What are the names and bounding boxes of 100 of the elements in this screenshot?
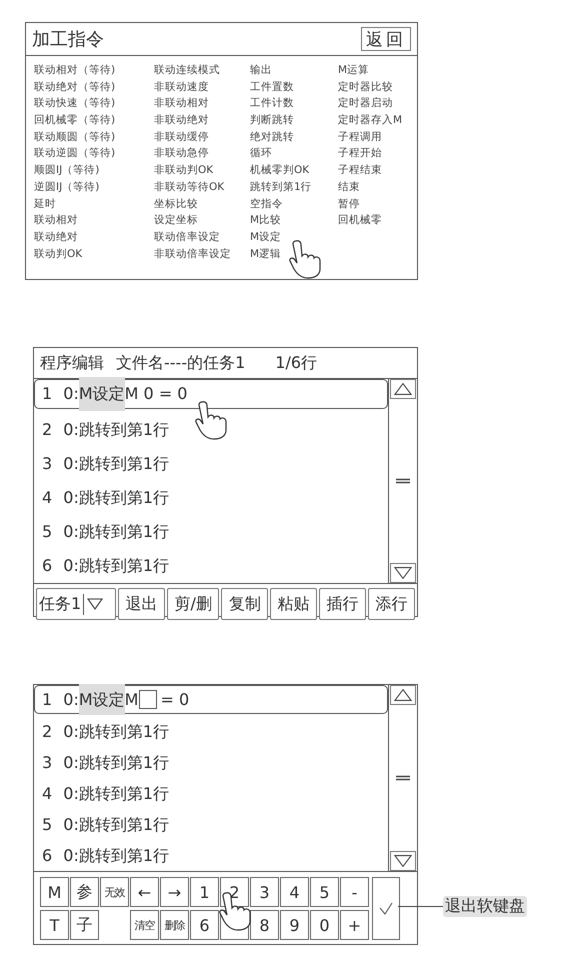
command-item[interactable]: M运算 (338, 62, 414, 79)
keypad-key[interactable]: 参 (70, 877, 99, 907)
command-item[interactable]: 非联动绝对 (154, 112, 250, 129)
keypad-key[interactable]: T (40, 910, 69, 940)
keypad-key[interactable]: 8 (250, 910, 279, 940)
command-item[interactable]: 联动绝对（等待) (34, 78, 154, 96)
program-row[interactable]: 5 0:跳转到第1行 (34, 809, 388, 840)
command-item[interactable]: 非联动急停 (154, 145, 250, 162)
keypad-key[interactable]: 子 (70, 910, 99, 940)
command-item[interactable]: 联动快速（等待) (34, 95, 154, 112)
command-item[interactable]: 非联动相对 (154, 95, 250, 112)
keypad-key[interactable]: 6 (190, 910, 219, 940)
scroll-grip-icon[interactable] (395, 478, 411, 484)
command-item[interactable]: 联动绝对 (34, 228, 154, 246)
command-item[interactable]: 联动连续模式 (154, 62, 250, 79)
keypad-key[interactable]: + (340, 910, 369, 940)
command-item[interactable]: 结束 (338, 178, 414, 196)
keypad-key[interactable]: 清空 (130, 910, 159, 940)
command-item[interactable]: 非联动倍率设定 (154, 246, 250, 262)
command-item[interactable]: 逆圆IJ（等待) (34, 178, 154, 196)
input-field[interactable] (139, 690, 158, 709)
program-row[interactable]: 1 0:M设定M 0 = 0 (34, 379, 388, 409)
keypad-key[interactable]: 删除 (160, 910, 189, 940)
scroll-down-icon[interactable] (390, 851, 416, 871)
command-item[interactable]: 非联动速度 (154, 78, 250, 96)
callout-label: 退出软键盘 (443, 896, 527, 917)
program-row[interactable]: 1 0:M设定M = 0 (34, 685, 388, 714)
command-item[interactable]: 绝对跳转 (250, 128, 338, 146)
scroll-down-icon[interactable] (390, 563, 416, 583)
editor-title: 程序编辑 (40, 352, 104, 374)
dropdown-icon (86, 597, 104, 611)
command-item[interactable]: 机械零判OK (250, 162, 338, 179)
command-item[interactable]: 子程调用 (338, 128, 414, 146)
check-icon (378, 902, 394, 916)
keypad-key[interactable]: 3 (250, 877, 279, 907)
command-item[interactable]: 非联动判OK (154, 162, 250, 179)
command-item[interactable]: 非联动缓停 (154, 128, 250, 146)
scroll-grip-icon[interactable] (395, 775, 411, 781)
keypad-key[interactable]: 无效 (100, 877, 129, 907)
program-row[interactable]: 2 0:跳转到第1行 (34, 716, 388, 747)
task-dropdown[interactable]: 任务1 (36, 588, 116, 620)
command-item[interactable]: 子程结束 (338, 162, 414, 179)
keypad-key[interactable]: 0 (310, 910, 339, 940)
command-item[interactable]: 联动相对 (34, 212, 154, 229)
toolbar-button[interactable]: 插行 (319, 588, 366, 620)
program-row[interactable]: 3 0:跳转到第1行 (34, 747, 388, 778)
keypad-key[interactable]: 1 (190, 877, 219, 907)
toolbar-button[interactable]: 粘贴 (270, 588, 318, 620)
command-item[interactable]: 空指令 (250, 196, 338, 212)
keypad-key[interactable]: 5 (310, 877, 339, 907)
leader-line (398, 906, 443, 907)
program-row[interactable]: 3 0:跳转到第1行 (34, 447, 388, 481)
command-item[interactable]: 联动相对（等待) (34, 62, 154, 79)
command-item[interactable]: 工件置数 (250, 78, 338, 96)
toolbar-button[interactable]: 添行 (368, 588, 416, 620)
program-row[interactable]: 6 0:跳转到第1行 (34, 549, 388, 583)
command-item[interactable]: 暂停 (338, 196, 414, 212)
back-button[interactable]: 返回 (361, 27, 411, 51)
command-item[interactable]: 坐标比较 (154, 196, 250, 212)
command-item[interactable]: 联动顺圆（等待) (34, 128, 154, 146)
command-item[interactable]: 回机械零（等待) (34, 112, 154, 129)
command-item[interactable]: 定时器比较 (338, 78, 414, 96)
keypad-key[interactable]: - (340, 877, 369, 907)
keypad-key[interactable]: M (40, 877, 69, 907)
command-item[interactable]: 定时器启动 (338, 95, 414, 112)
command-item[interactable]: M比较 (250, 212, 338, 229)
command-item[interactable]: 定时器存入M (338, 112, 414, 129)
program-row[interactable]: 5 0:跳转到第1行 (34, 515, 388, 549)
command-item[interactable]: 联动倍率设定 (154, 228, 250, 246)
command-item[interactable]: 延时 (34, 196, 154, 212)
command-item[interactable]: 跳转到第1行 (250, 178, 338, 196)
program-row[interactable]: 4 0:跳转到第1行 (34, 778, 388, 809)
command-item[interactable]: M逻辑 (250, 246, 338, 262)
exit-keyboard-key[interactable] (372, 877, 400, 940)
program-row[interactable]: 4 0:跳转到第1行 (34, 481, 388, 515)
keypad-key[interactable]: 9 (280, 910, 309, 940)
command-item[interactable]: 输出 (250, 62, 338, 79)
file-name: 文件名----的任务1 (116, 352, 246, 374)
command-item[interactable]: 工件计数 (250, 95, 338, 112)
scroll-up-icon[interactable] (390, 379, 416, 399)
keypad-key[interactable]: → (160, 877, 189, 907)
command-item[interactable]: 联动判OK (34, 246, 154, 262)
command-item[interactable]: 设定坐标 (154, 212, 250, 229)
command-item[interactable]: M设定 (250, 228, 338, 246)
command-item[interactable]: 子程开始 (338, 145, 414, 162)
command-item[interactable]: 非联动等待OK (154, 178, 250, 196)
program-row[interactable]: 6 0:跳转到第1行 (34, 840, 388, 871)
scroll-up-icon[interactable] (390, 685, 416, 705)
keypad-key[interactable]: ← (130, 877, 159, 907)
program-row[interactable]: 2 0:跳转到第1行 (34, 413, 388, 447)
toolbar-button[interactable]: 退出 (118, 588, 166, 620)
command-item[interactable]: 循环 (250, 145, 338, 162)
command-item[interactable]: 联动逆圆（等待) (34, 145, 154, 162)
command-item[interactable]: 回机械零 (338, 212, 414, 229)
keypad-key[interactable]: 4 (280, 877, 309, 907)
toolbar-button[interactable]: 剪/删 (167, 588, 220, 620)
command-item[interactable]: 顺圆IJ（等待) (34, 162, 154, 179)
panel-title: 加工指令 (32, 28, 104, 51)
toolbar-button[interactable]: 复制 (221, 588, 268, 620)
command-item[interactable]: 判断跳转 (250, 112, 338, 129)
